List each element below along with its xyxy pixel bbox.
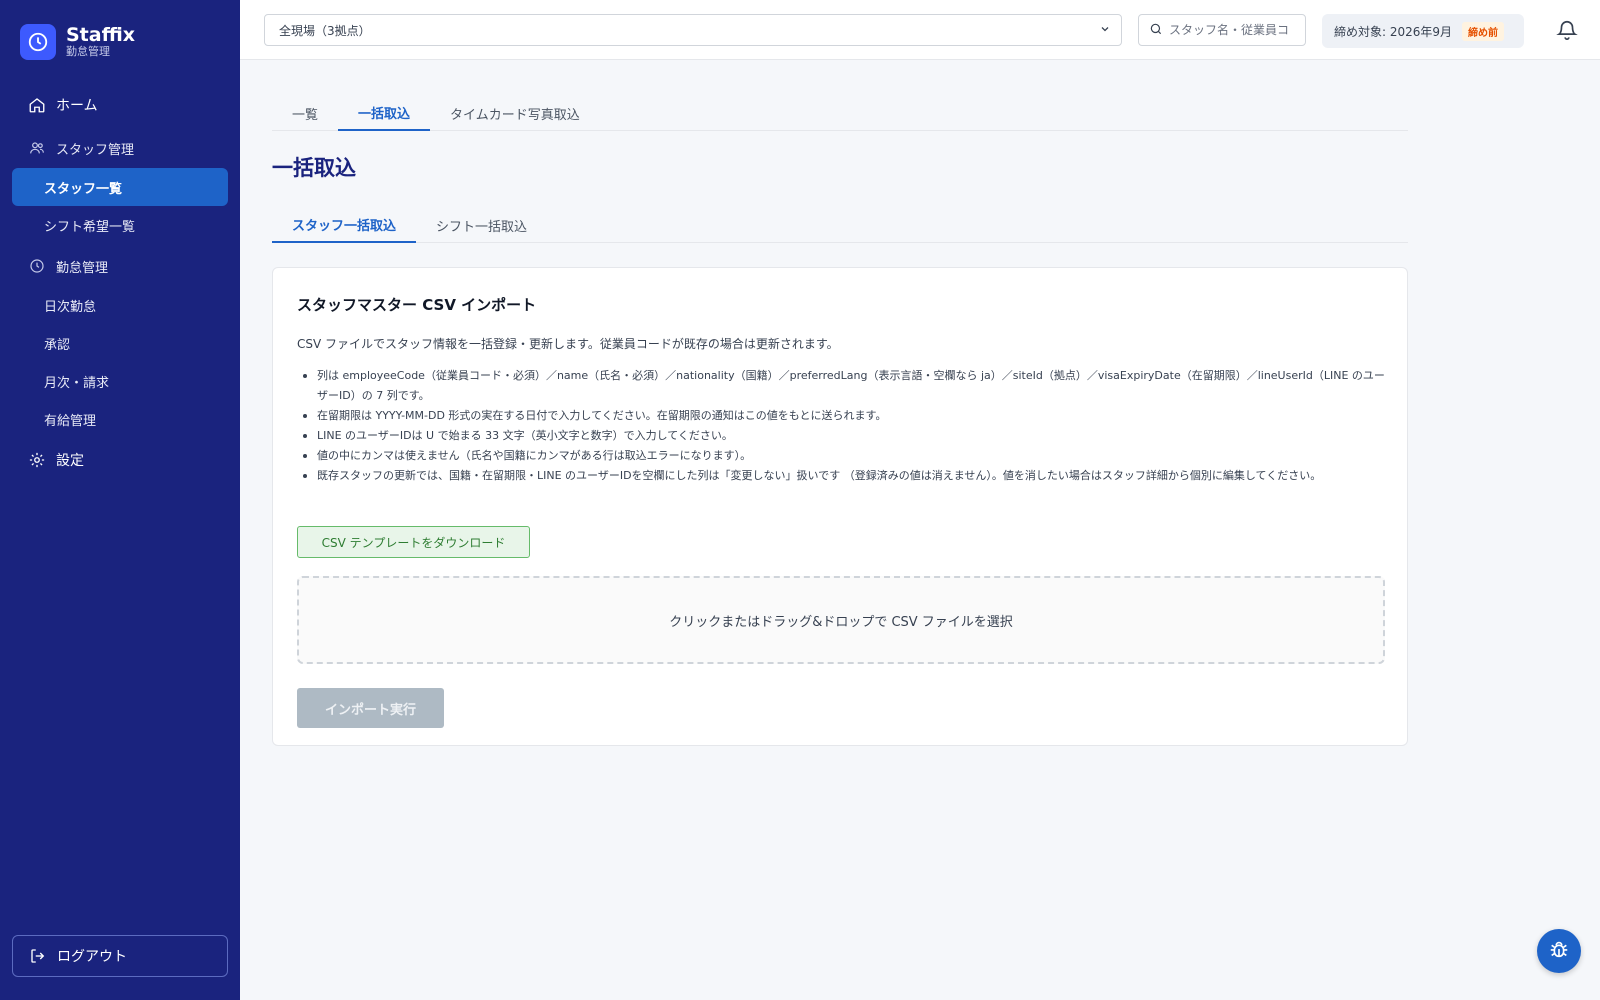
- download-template-button[interactable]: CSV テンプレートをダウンロード: [297, 526, 530, 558]
- sidebar-item-label: 承認: [44, 337, 71, 353]
- clock-icon: [28, 257, 46, 275]
- tab-staff-bulk-import[interactable]: スタッフ一括取込: [272, 208, 417, 243]
- tab-bulk-import[interactable]: 一括取込: [338, 96, 431, 131]
- sidebar-item-label: 月次・請求: [44, 375, 110, 391]
- card-title: スタッフマスター CSV インポート: [297, 296, 537, 314]
- chevron-down-icon: [1099, 23, 1111, 38]
- sidebar: Staffix 勤怠管理 ホーム スタッフ管理 スタッフ一覧 シフト希望一覧 勤…: [0, 0, 240, 1000]
- search-icon: [1149, 21, 1163, 40]
- app-name: Staffix: [66, 24, 136, 46]
- sidebar-item-label: シフト希望一覧: [44, 219, 136, 235]
- sidebar-item-monthly-billing[interactable]: 月次・請求: [12, 362, 228, 400]
- csv-dropzone[interactable]: クリックまたはドラッグ&ドロップで CSV ファイルを選択: [297, 576, 1385, 664]
- bell-icon[interactable]: [1556, 19, 1578, 41]
- sidebar-item-label: 有給管理: [44, 413, 97, 429]
- sidebar-item-staff-list[interactable]: スタッフ一覧: [12, 168, 228, 206]
- sidebar-item-label: ホーム: [56, 98, 98, 114]
- sidebar-item-approval[interactable]: 承認: [12, 324, 228, 362]
- sidebar-group-staff: スタッフ管理: [0, 128, 240, 168]
- list-item: LINE のユーザーIDは U で始まる 33 文字（英小文字と数字）で入力して…: [297, 426, 1387, 446]
- bug-report-button[interactable]: [1537, 929, 1581, 973]
- sub-tabs: スタッフ一括取込 シフト一括取込: [272, 208, 1408, 243]
- sidebar-item-label: 日次勤怠: [44, 299, 97, 315]
- clock-logo-icon: [20, 24, 56, 60]
- bug-icon: [1548, 938, 1570, 964]
- sidebar-item-label: 設定: [56, 453, 84, 469]
- sidebar-item-shift-requests[interactable]: シフト希望一覧: [12, 206, 228, 244]
- brand: Staffix 勤怠管理: [20, 24, 135, 60]
- list-item: 列は employeeCode（従業員コード・必須）／name（氏名・必須）／n…: [297, 366, 1387, 406]
- logout-label: ログアウト: [57, 949, 127, 965]
- import-notes: 列は employeeCode（従業員コード・必須）／name（氏名・必須）／n…: [297, 366, 1387, 486]
- tab-timecard-photo-import[interactable]: タイムカード写真取込: [430, 96, 600, 131]
- home-icon: [28, 96, 46, 114]
- gear-icon: [28, 451, 46, 469]
- page-title: 一括取込: [272, 156, 356, 180]
- closing-period: 締め対象: 2026年9月 締め前: [1322, 14, 1524, 48]
- logout-icon: [29, 947, 47, 965]
- app-subtitle: 勤怠管理: [66, 45, 110, 58]
- sidebar-group-label: 勤怠管理: [56, 260, 109, 276]
- tab-list[interactable]: 一覧: [272, 96, 338, 131]
- site-select[interactable]: 全現場（3拠点）: [264, 14, 1122, 46]
- search-box: [1138, 14, 1306, 46]
- sidebar-item-settings[interactable]: 設定: [0, 440, 240, 480]
- users-icon: [28, 139, 46, 157]
- list-item: 在留期限は YYYY-MM-DD 形式の実在する日付で入力してください。在留期限…: [297, 406, 1387, 426]
- sidebar-item-daily-attendance[interactable]: 日次勤怠: [12, 286, 228, 324]
- logout-button[interactable]: ログアウト: [12, 935, 228, 977]
- import-button[interactable]: インポート実行: [297, 688, 444, 728]
- sidebar-nav: ホーム スタッフ管理 スタッフ一覧 シフト希望一覧 勤怠管理 日次勤怠 承認 月…: [0, 86, 240, 480]
- list-item: 既存スタッフの更新では、国籍・在留期限・LINE のユーザーIDを空欄にした列は…: [297, 466, 1387, 486]
- sidebar-item-home[interactable]: ホーム: [0, 86, 240, 124]
- site-select-value: 全現場（3拠点）: [279, 23, 371, 38]
- list-item: 値の中にカンマは使えません（氏名や国籍にカンマがある行は取込エラーになります）。: [297, 446, 1387, 466]
- search-input[interactable]: [1169, 23, 1289, 37]
- status-badge: 締め前: [1462, 21, 1505, 41]
- sidebar-item-paid-leave[interactable]: 有給管理: [12, 400, 228, 438]
- import-card: スタッフマスター CSV インポート CSV ファイルでスタッフ情報を一括登録・…: [272, 267, 1408, 746]
- closing-period-label: 締め対象: 2026年9月: [1334, 24, 1453, 39]
- card-description: CSV ファイルでスタッフ情報を一括登録・更新します。従業員コードが既存の場合は…: [297, 337, 839, 351]
- topbar: 全現場（3拠点） 締め対象: 2026年9月 締め前: [240, 0, 1600, 60]
- sidebar-item-label: スタッフ一覧: [44, 181, 123, 197]
- main-tabs: 一覧 一括取込 タイムカード写真取込: [272, 96, 1408, 131]
- sidebar-group-label: スタッフ管理: [56, 142, 135, 158]
- sidebar-group-attendance: 勤怠管理: [0, 246, 240, 286]
- tab-shift-bulk-import[interactable]: シフト一括取込: [416, 208, 547, 243]
